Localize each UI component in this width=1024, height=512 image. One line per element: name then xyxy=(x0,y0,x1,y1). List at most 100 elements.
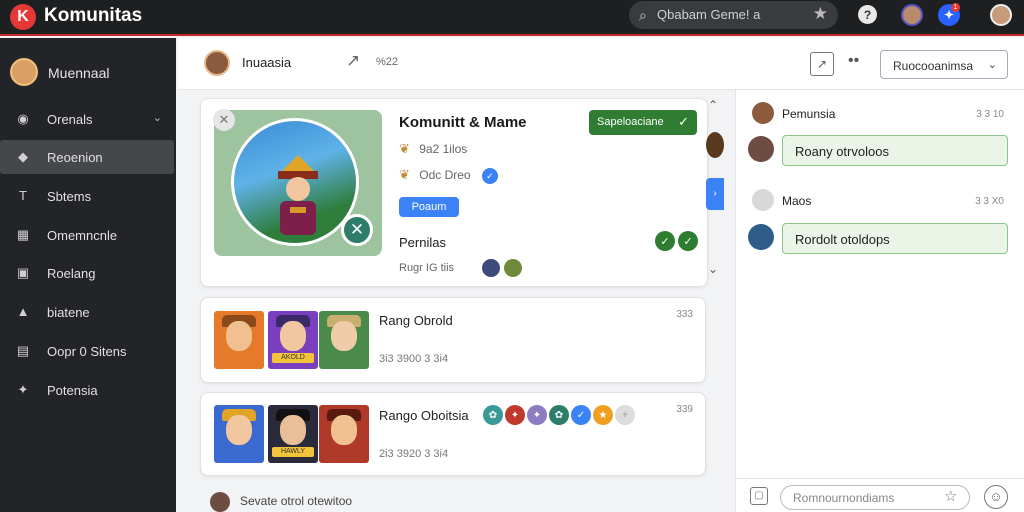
avatar[interactable] xyxy=(901,4,923,26)
person-icon: ▲ xyxy=(16,304,30,319)
reaction-icon[interactable]: ✿ xyxy=(549,405,569,425)
sidebar-item-label: Reoenion xyxy=(47,150,103,165)
thumbnail-tag: HAWLY xyxy=(272,447,314,457)
check-icon[interactable]: ✓ xyxy=(655,231,675,251)
sidebar-item-reoenion[interactable]: ◆ Reoenion xyxy=(0,140,174,174)
card-stat: 9a2 1ilos xyxy=(419,142,468,156)
thumbnail-art xyxy=(280,415,306,445)
list-item[interactable]: HAWLY Rango Oboitsia 2i3 3920 3 3i4 339 … xyxy=(200,392,706,476)
square-icon: ▣ xyxy=(16,265,30,280)
chat-composer: ▢ ☆ ☺ xyxy=(736,478,1024,512)
chat-bubble[interactable]: Rordolt otoldops xyxy=(782,223,1008,254)
sidebar-item-roelang[interactable]: ▣ Roelang xyxy=(0,256,174,290)
primary-button[interactable]: Poaum xyxy=(399,197,459,217)
list-icon: ▤ xyxy=(16,343,30,358)
sparkle-icon: ✦ xyxy=(17,382,29,397)
share-button[interactable]: ↗ xyxy=(810,52,834,76)
verified-icon: ✓ xyxy=(481,168,498,184)
reaction-icon[interactable]: ✿ xyxy=(483,405,503,425)
subscribe-button[interactable]: Sapeloaciane ✓ xyxy=(589,110,697,135)
remove-badge-button[interactable]: ✕ xyxy=(341,214,373,246)
more-button[interactable]: •• xyxy=(848,52,859,70)
help-button[interactable]: ? xyxy=(858,5,877,24)
card-stat: Odc Dreo xyxy=(419,168,471,182)
card-stat-row: ❦ 9a2 1ilos xyxy=(399,141,467,157)
avatar[interactable] xyxy=(504,259,522,277)
item-title: Rango Oboitsia xyxy=(379,408,469,423)
diamond-icon: ◆ xyxy=(18,149,28,164)
check-icon: ✓ xyxy=(678,114,689,129)
close-icon[interactable]: ✕ xyxy=(213,109,235,131)
sidebar-item-label: Roelang xyxy=(47,266,96,281)
sidebar: Muennaal ◉ Orenals ⌄ ◆ Reoenion T Sbtems… xyxy=(0,38,176,512)
avatar[interactable] xyxy=(752,102,774,124)
sidebar-item-biatene[interactable]: ▲ biatene xyxy=(0,295,174,329)
list-item[interactable]: AKOLD Rang Obrold 3i3 3900 3 3i4 333 xyxy=(200,297,706,383)
avatar[interactable] xyxy=(748,224,774,250)
attach-icon[interactable]: ▢ xyxy=(750,487,768,505)
scroll-up-icon[interactable]: ⌃ xyxy=(708,98,718,112)
sort-select[interactable]: Ruocooanimsa ⌄ xyxy=(880,50,1008,79)
select-value: Ruocooanimsa xyxy=(893,59,974,73)
sidebar-item-label: biatene xyxy=(47,305,90,320)
user-name: Muennaal xyxy=(48,65,110,81)
badge-icon: ❦ xyxy=(399,167,410,182)
thumbnail: HAWLY xyxy=(268,405,318,463)
avatar[interactable] xyxy=(482,259,500,277)
chevron-down-icon: ⌄ xyxy=(987,59,997,71)
card-title: Komunitt & Mame xyxy=(399,114,527,131)
card-stat-row: ❦ Odc Dreo ✓ xyxy=(399,167,498,184)
chat-bubble[interactable]: Roany otrvoloos xyxy=(782,135,1008,166)
item-title: Rang Obrold xyxy=(379,313,453,328)
chat-bubble-text: Rordolt otoldops xyxy=(795,232,890,247)
search-input[interactable]: Qbabam Geme! a xyxy=(657,7,760,22)
avatar[interactable] xyxy=(210,492,230,512)
star-icon[interactable]: ☆ xyxy=(944,487,957,505)
avatar[interactable] xyxy=(706,132,724,158)
sidebar-item-potensia[interactable]: ✦ Potensia xyxy=(0,373,174,407)
add-reaction-icon[interactable]: + xyxy=(615,405,635,425)
check-icon[interactable]: ✓ xyxy=(678,231,698,251)
sidebar-item-omemncnle[interactable]: ▦ Omemncnle xyxy=(0,218,174,252)
side-tab-button[interactable]: › xyxy=(706,178,724,210)
sidebar-item-label: Omemncnle xyxy=(47,228,118,243)
chat-time: 3 3 10 xyxy=(976,109,1004,120)
app-logo[interactable]: K xyxy=(10,4,36,30)
thumbnail xyxy=(214,311,264,369)
arrow-icon[interactable]: ↗ xyxy=(346,51,360,71)
chat-user-name: Pemunsia xyxy=(782,107,836,121)
notification-badge: 1 xyxy=(951,3,960,12)
sidebar-item-oopr-sitens[interactable]: ▤ Oopr 0 Sitens xyxy=(0,334,174,368)
grid-icon: ▦ xyxy=(16,227,30,242)
scroll-down-icon[interactable]: ⌄ xyxy=(708,262,718,276)
avatar[interactable] xyxy=(752,189,774,211)
chevron-down-icon[interactable]: ⌄ xyxy=(153,111,162,124)
star-icon[interactable]: ★ xyxy=(813,4,828,24)
emoji-icon[interactable]: ☺ xyxy=(984,485,1008,509)
badge-icon: ❦ xyxy=(399,141,410,156)
search-value: Qbabam Geme! xyxy=(657,7,754,22)
character-illustration xyxy=(278,155,318,235)
thumbnail-art xyxy=(331,415,357,445)
chat-input[interactable] xyxy=(780,485,970,510)
profile-avatar[interactable] xyxy=(990,4,1012,26)
thumbnail-art xyxy=(226,415,252,445)
search-suffix: a xyxy=(753,7,761,22)
star-icon[interactable]: ★ xyxy=(593,405,613,425)
thumbnail xyxy=(319,311,369,369)
thumbnail: AKOLD xyxy=(268,311,318,369)
search-bar[interactable]: ⌕ Qbabam Geme! a ★ xyxy=(629,1,838,29)
feature-card[interactable]: ✕ ✕ Komunitt & Mame ❦ 9a2 1ilos ❦ Odc Dr… xyxy=(200,98,708,287)
avatar[interactable] xyxy=(748,136,774,162)
card-footer: Rugr IG tiis xyxy=(399,262,455,274)
reaction-icon[interactable]: ✦ xyxy=(505,405,525,425)
check-icon[interactable]: ✓ xyxy=(571,405,591,425)
user-avatar xyxy=(10,58,38,86)
permissions-label: Pernilas xyxy=(399,235,446,250)
sidebar-item-label: Oopr 0 Sitens xyxy=(47,344,127,359)
sidebar-item-orenals[interactable]: ◉ Orenals ⌄ xyxy=(0,102,174,136)
reaction-icon[interactable]: ✦ xyxy=(527,405,547,425)
sidebar-item-label: Orenals xyxy=(47,112,93,127)
sidebar-item-sbtems[interactable]: T Sbtems xyxy=(0,179,174,213)
avatar[interactable] xyxy=(204,50,230,76)
